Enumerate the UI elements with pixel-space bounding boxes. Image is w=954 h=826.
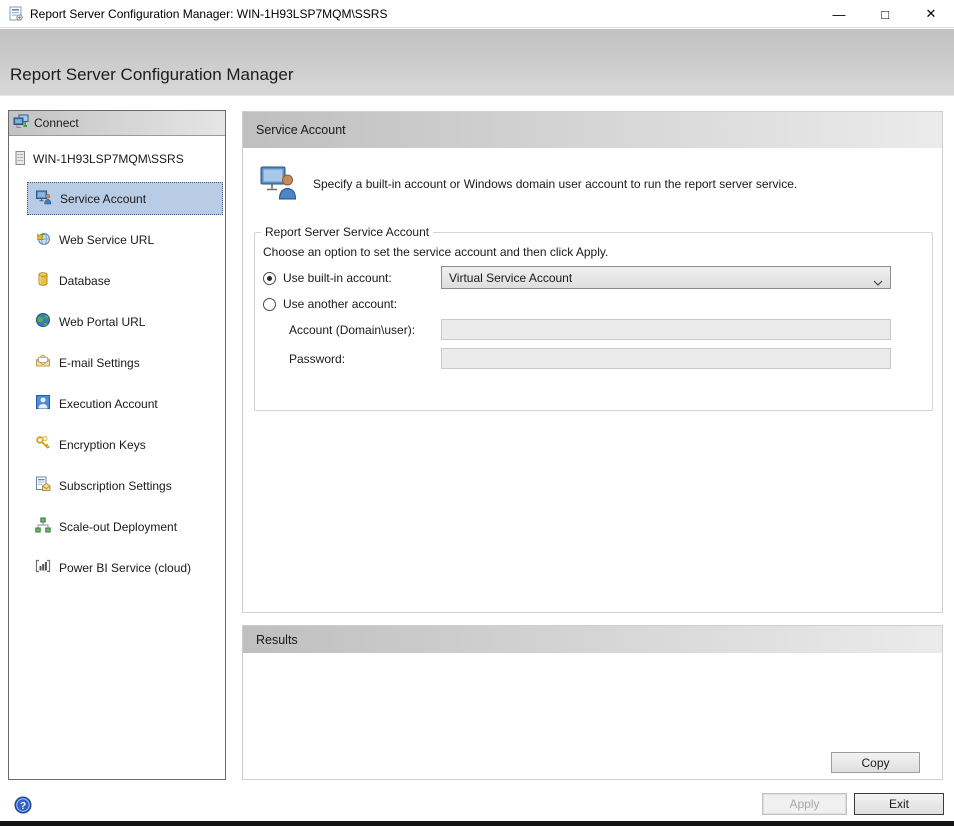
app-icon [8,6,24,22]
results-header: Results [243,626,942,653]
sidebar-item-web-portal-url[interactable]: Web Portal URL [27,305,223,338]
radio-unselected-icon [263,298,276,311]
subscription-settings-icon [35,476,51,495]
server-label: WIN-1H93LSP7MQM\SSRS [33,152,184,166]
sidebar-header-connect: Connect [9,111,225,136]
sidebar-item-label: Web Service URL [59,233,154,247]
panel-header: Service Account [243,112,942,148]
sidebar-item-label: Subscription Settings [59,479,172,493]
sidebar-item-label: E-mail Settings [59,356,140,370]
panel-description: Specify a built-in account or Windows do… [313,177,893,192]
panel-header-title: Service Account [256,123,346,137]
maximize-button[interactable]: □ [862,0,908,28]
account-field-label: Account (Domain\user): [289,323,415,337]
service-account-large-icon [260,166,298,203]
sidebar-item-encryption-keys[interactable]: Encryption Keys [27,428,223,461]
help-button[interactable]: ? [14,796,32,814]
app-banner-title: Report Server Configuration Manager [10,65,293,85]
sidebar-header-label: Connect [34,116,79,130]
window-bottom-edge [0,821,954,826]
built-in-account-dropdown[interactable]: Virtual Service Account [441,266,891,289]
apply-button[interactable]: Apply [762,793,847,815]
server-icon [15,150,26,169]
email-settings-icon [35,353,51,372]
sidebar-item-label: Web Portal URL [59,315,145,329]
web-portal-url-icon [35,312,51,331]
chevron-down-icon [873,275,883,289]
connect-icon [13,114,29,133]
svg-text:?: ? [20,801,26,812]
title-bar: Report Server Configuration Manager: WIN… [0,0,954,28]
service-account-group: Report Server Service Account Choose an … [254,232,933,411]
sidebar-item-execution-account[interactable]: Execution Account [27,387,223,420]
group-instruction: Choose an option to set the service acco… [263,245,608,259]
sidebar-item-scale-out-deployment[interactable]: Scale-out Deployment [27,510,223,543]
results-header-title: Results [256,633,298,647]
service-account-panel: Service Account Specify a built-in accou… [242,111,943,613]
web-service-url-icon [35,230,51,249]
window-title: Report Server Configuration Manager: WIN… [30,7,387,21]
sidebar-item-label: Scale-out Deployment [59,520,177,534]
sidebar-item-power-bi-service[interactable]: Power BI Service (cloud) [27,551,223,584]
use-built-in-account-radio[interactable]: Use built-in account: [263,271,392,285]
sidebar-item-label: Service Account [60,192,146,206]
use-another-account-label: Use another account: [283,297,397,311]
group-title: Report Server Service Account [261,225,433,239]
copy-button[interactable]: Copy [831,752,920,773]
account-input[interactable] [441,319,891,340]
sidebar-item-web-service-url[interactable]: Web Service URL [27,223,223,256]
close-button[interactable]: ✕ [908,0,954,28]
built-in-account-value: Virtual Service Account [449,271,572,285]
sidebar-item-service-account[interactable]: Service Account [27,182,223,215]
sidebar-item-database[interactable]: Database [27,264,223,297]
server-node[interactable]: WIN-1H93LSP7MQM\SSRS [15,149,184,169]
sidebar-item-email-settings[interactable]: E-mail Settings [27,346,223,379]
sidebar-tree: Service Account Web Service URL [9,182,225,592]
scale-out-deployment-icon [35,517,51,536]
database-icon [35,271,51,290]
minimize-button[interactable]: — [816,0,862,28]
use-built-in-account-label: Use built-in account: [283,271,392,285]
sidebar-item-label: Execution Account [59,397,158,411]
sidebar-item-label: Encryption Keys [59,438,146,452]
app-banner: Report Server Configuration Manager [0,29,954,96]
password-field-label: Password: [289,352,345,366]
encryption-keys-icon [35,435,51,454]
sidebar-item-label: Power BI Service (cloud) [59,561,191,575]
power-bi-icon [35,558,51,577]
service-account-icon [36,189,52,208]
sidebar-item-subscription-settings[interactable]: Subscription Settings [27,469,223,502]
window-controls: — □ ✕ [816,0,954,28]
password-input[interactable] [441,348,891,369]
exit-button[interactable]: Exit [854,793,944,815]
execution-account-icon [35,394,51,413]
use-another-account-radio[interactable]: Use another account: [263,297,397,311]
results-panel: Results Copy [242,625,943,780]
sidebar: Connect WIN-1H93LSP7MQM\SSRS [8,110,226,780]
radio-selected-icon [263,272,276,285]
sidebar-item-label: Database [59,274,110,288]
